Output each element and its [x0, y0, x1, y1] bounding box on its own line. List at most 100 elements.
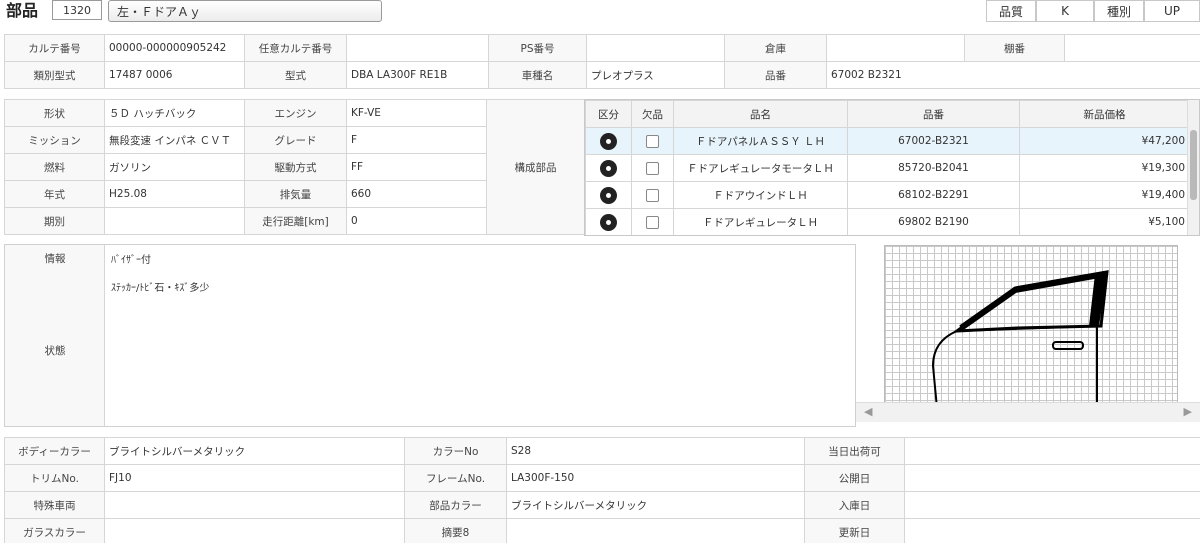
karte-no-label: カルテ番号 [4, 34, 105, 62]
body-color-label: ボディーカラー [4, 437, 105, 465]
parts-scrollbar[interactable] [1187, 100, 1199, 235]
frame-value: LA300F-150 [506, 464, 805, 492]
karte-no-value: 00000-000000905242 [104, 34, 245, 62]
scroll-left-icon[interactable]: ◀ [864, 405, 872, 418]
shelf-value [1064, 34, 1200, 62]
any-karte-label: 任意カルテ番号 [244, 34, 347, 62]
info-label: 情報 [44, 253, 66, 265]
header-missing[interactable]: 欠品 [631, 100, 674, 128]
disc-icon [600, 186, 617, 204]
condition-note: ｽﾃｯｶｰ/ﾄﾋﾞ石・ｷｽﾞ多少 [111, 283, 210, 294]
glass-value [104, 518, 405, 543]
specs-table: 形状 ５Ｄ ハッチバック エンジン KF-VE 構成部品 ミッション 無段変速 … [4, 99, 585, 235]
disc-icon [600, 159, 617, 177]
mission-value: 無段変速 インパネ ＣＶＴ [104, 126, 245, 154]
fuel-label: 燃料 [4, 153, 105, 181]
engine-label: エンジン [244, 99, 347, 127]
ship-date-label: 当日出荷可 [804, 437, 905, 465]
missing-checkbox[interactable] [646, 188, 659, 202]
class-label: 類別型式 [4, 61, 105, 89]
ps-no-label: PS番号 [488, 34, 587, 62]
any-karte-value [346, 34, 489, 62]
info-value: ﾊﾞｲｻﾞｰ付 [111, 255, 151, 266]
period-value [104, 207, 245, 235]
arrival-value [904, 491, 1200, 519]
missing-checkbox[interactable] [646, 161, 659, 175]
parts-list[interactable]: 区分 欠品 品名 品番 新品価格 ＦドアパネルＡＳＳＹ ＬＨ 67002-B23… [584, 99, 1200, 236]
missing-checkbox[interactable] [646, 215, 659, 229]
quality-value: K [1036, 0, 1094, 22]
warehouse-value [826, 34, 965, 62]
vehicle-details-table: ボディーカラー ブライトシルバーメタリック カラーNo S28 当日出荷可 トリ… [4, 437, 1200, 543]
shelf-label: 棚番 [964, 34, 1065, 62]
engine-value: KF-VE [346, 99, 487, 127]
part-color-label: 部品カラー [404, 491, 507, 519]
arrival-label: 入庫日 [804, 491, 905, 519]
displacement-label: 排気量 [244, 180, 347, 208]
car-name-label: 車種名 [488, 61, 587, 89]
grade-label: グレード [244, 126, 347, 154]
model-value: DBA LA300F RE1B [346, 61, 489, 89]
color-no-value: S28 [506, 437, 805, 465]
door-diagram [884, 245, 1178, 410]
update-value [904, 518, 1200, 543]
diagram-scrollbar[interactable]: ◀ ▶ [856, 402, 1200, 422]
update-label: 更新日 [804, 518, 905, 543]
color-no-label: カラーNo [404, 437, 507, 465]
header-part-number[interactable]: 品番 [847, 100, 1020, 128]
price-cell: ¥5,100 [1019, 208, 1190, 235]
special-label: 特殊車両 [4, 491, 105, 519]
car-name-value: プレオプラス [586, 61, 725, 89]
ps-no-value [586, 34, 725, 62]
door-outline-icon [931, 270, 1109, 410]
part-name-cell: ＦドアウインドＬＨ [673, 181, 848, 209]
table-row[interactable]: ＦドアウインドＬＨ 68102-B2291 ¥19,400 [585, 181, 1190, 209]
trim-label: トリムNo. [4, 464, 105, 492]
part-name-field[interactable]: 左・ＦドアＡｙ [108, 0, 382, 22]
page-title: 部品 [6, 1, 39, 20]
type-label: 種別 [1094, 0, 1144, 22]
info-panel: 情報 ﾊﾞｲｻﾞｰ付 ｽﾃｯｶｰ/ﾄﾋﾞ石・ｷｽﾞ多少 状態 [4, 244, 856, 427]
grade-value: F [346, 126, 487, 154]
price-cell: ¥19,400 [1019, 181, 1190, 209]
part-name-cell: ＦドアレギュレータモータＬＨ [673, 154, 848, 182]
table-row[interactable]: ＦドアパネルＡＳＳＹ ＬＨ 67002-B2321 ¥47,200 [585, 127, 1190, 155]
ship-date-value [904, 437, 1200, 465]
part-no-value: 67002 B2321 [826, 61, 1200, 89]
model-label: 型式 [244, 61, 347, 89]
summary-value [506, 518, 805, 543]
scrollbar-thumb[interactable] [1190, 130, 1197, 200]
type-value: UP [1144, 0, 1200, 22]
price-cell: ¥47,200 [1019, 127, 1190, 155]
table-row[interactable]: ＦドアレギュレータモータＬＨ 85720-B2041 ¥19,300 [585, 154, 1190, 182]
mission-label: ミッション [4, 126, 105, 154]
missing-checkbox[interactable] [646, 134, 659, 148]
header-part-name[interactable]: 品名 [673, 100, 848, 128]
parts-table: 区分 欠品 品名 品番 新品価格 ＦドアパネルＡＳＳＹ ＬＨ 67002-B23… [585, 100, 1190, 235]
status-label: 状態 [44, 345, 66, 357]
part-color-value: ブライトシルバーメタリック [506, 491, 805, 519]
quality-label: 品質 [986, 0, 1036, 22]
part-name-cell: ＦドアパネルＡＳＳＹ ＬＨ [673, 127, 848, 155]
part-name-cell: ＦドアレギュレータＬＨ [673, 208, 848, 235]
part-number-cell: 68102-B2291 [847, 181, 1020, 209]
table-row[interactable]: ＦドアレギュレータＬＨ 69802 B2190 ¥5,100 [585, 208, 1190, 235]
fuel-value: ガソリン [104, 153, 245, 181]
frame-label: フレームNo. [404, 464, 507, 492]
year-label: 年式 [4, 180, 105, 208]
components-label: 構成部品 [486, 99, 585, 235]
warehouse-label: 倉庫 [724, 34, 827, 62]
displacement-value: 660 [346, 180, 487, 208]
header-category[interactable]: 区分 [585, 100, 632, 128]
mileage-value: 0 [346, 207, 487, 235]
part-code-field[interactable]: 1320 [52, 0, 102, 20]
trim-value: FJ10 [104, 464, 405, 492]
period-label: 期別 [4, 207, 105, 235]
price-cell: ¥19,300 [1019, 154, 1190, 182]
summary-label: 摘要8 [404, 518, 507, 543]
mileage-label: 走行距離[km] [244, 207, 347, 235]
header-new-price[interactable]: 新品価格 [1019, 100, 1190, 128]
drive-value: FF [346, 153, 487, 181]
scroll-right-icon[interactable]: ▶ [1184, 405, 1192, 418]
shape-value: ５Ｄ ハッチバック [104, 99, 245, 127]
